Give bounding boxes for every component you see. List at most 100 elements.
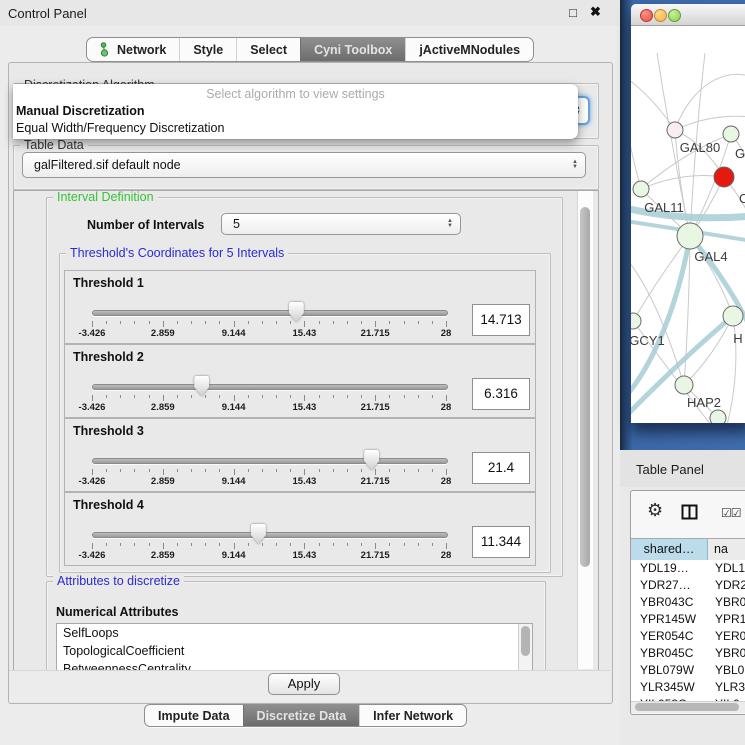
table-row[interactable]: YER054CYER0 (631, 628, 745, 645)
threshold-value-input[interactable]: 21.4 (472, 452, 530, 484)
tick-label: 2.859 (151, 328, 175, 339)
network-node[interactable] (714, 167, 734, 187)
network-node[interactable] (677, 223, 703, 249)
network-node[interactable] (631, 313, 641, 329)
network-view-window[interactable]: GAL80GACGAL11GAL4GCY1HHAP2 (631, 4, 745, 423)
threshold-value-input[interactable]: 11.344 (472, 526, 530, 558)
number-of-intervals-combobox[interactable]: 5 ▲▼ (221, 213, 461, 235)
slider-track[interactable] (92, 310, 448, 316)
table-row[interactable]: YLR345WYLR3 (631, 679, 745, 696)
network-node-label: GAL11 (644, 200, 684, 215)
close-icon[interactable]: ✖ (590, 4, 601, 20)
tab-style[interactable]: Style (179, 38, 236, 61)
slider-ticks (92, 543, 447, 550)
network-node[interactable] (710, 410, 726, 423)
tab-cyni-toolbox[interactable]: Cyni Toolbox (300, 38, 405, 61)
slider-track[interactable] (92, 458, 448, 464)
network-node[interactable] (723, 126, 739, 142)
columns-icon[interactable] (681, 504, 698, 520)
slider-thumb[interactable] (251, 524, 266, 544)
slider-thumb[interactable] (364, 450, 379, 470)
checkbox-icons[interactable]: ☑☑ (721, 506, 741, 520)
window-minimize-button[interactable] (654, 9, 667, 22)
screenshot-root: Control Panel □ ✖ Network Style Select C… (0, 0, 745, 745)
table-row[interactable]: YBL079WYBL0 (631, 662, 745, 679)
network-node[interactable] (633, 181, 649, 197)
number-of-intervals-label: Number of Intervals (87, 218, 204, 232)
network-icon (100, 42, 111, 57)
threshold-label: Threshold 1 (73, 276, 144, 290)
list-scrollbar[interactable] (518, 624, 532, 670)
table-row[interactable]: YDR27…YDR2 (631, 577, 745, 594)
threshold-panel: Threshold 3-3.4262.8599.14415.4321.71528… (64, 418, 536, 492)
numerical-attributes-heading: Numerical Attributes (56, 605, 178, 619)
tick-label: -3.426 (79, 550, 106, 561)
tick-label: 28 (441, 402, 452, 413)
tab-label: Discretize Data (257, 709, 347, 723)
numerical-attributes-list[interactable]: SelfLoopsTopologicalCoefficientBetweenne… (56, 623, 533, 671)
table-row[interactable]: YDL19…YDL1 (631, 560, 745, 577)
threshold-value-input[interactable]: 6.316 (472, 378, 530, 410)
column-header-shared-name[interactable]: shared… (631, 539, 708, 561)
tick-label: -3.426 (79, 328, 106, 339)
dropdown-placeholder: Select algorithm to view settings (13, 84, 578, 103)
cell-shared-name: YBR045C (631, 645, 708, 662)
float-window-icon[interactable]: □ (569, 5, 577, 20)
bottom-tabbar: Impute Data Discretize Data Infer Networ… (144, 704, 467, 727)
tick-label: 21.715 (361, 476, 390, 487)
network-node[interactable] (723, 306, 743, 326)
tick-label: 21.715 (361, 550, 390, 561)
tab-jactivemnodules[interactable]: jActiveMNodules (405, 38, 533, 61)
group-title: Table Data (20, 138, 88, 153)
slider-track[interactable] (92, 384, 448, 390)
group-title: Interval Definition (53, 190, 158, 205)
network-node-label: GAL80 (680, 140, 720, 155)
tab-network[interactable]: Network (87, 38, 179, 61)
slider-tick-labels: -3.4262.8599.14415.4321.71528 (92, 550, 447, 561)
threshold-label: Threshold 2 (73, 350, 144, 364)
node-table: ⚙ ☑☑ shared… na YDL19…YDL1YDR27…YDR2YBR0… (630, 490, 745, 715)
table-scrollbar-thumb[interactable] (635, 703, 739, 711)
slider-ticks (92, 395, 447, 402)
table-row[interactable]: YBR045CYBR0 (631, 645, 745, 662)
column-header-name[interactable]: na (708, 539, 745, 561)
cell-shared-name: YBL079W (631, 662, 708, 679)
slider-thumb[interactable] (194, 376, 209, 396)
slider-thumb[interactable] (289, 302, 304, 322)
tab-label: Cyni Toolbox (314, 43, 392, 57)
table-row[interactable]: YBR043CYBR0 (631, 594, 745, 611)
dropdown-option-equal-width[interactable]: Equal Width/Frequency Discretization (13, 120, 578, 137)
list-scrollbar-thumb[interactable] (521, 626, 530, 656)
group-title: Threshold's Coordinates for 5 Intervals (66, 246, 288, 261)
tick-label: 9.144 (222, 476, 246, 487)
threshold-value-input[interactable]: 14.713 (472, 304, 530, 336)
attribute-list-item[interactable]: SelfLoops (57, 624, 532, 642)
network-node[interactable] (667, 122, 683, 138)
tab-infer-network[interactable]: Infer Network (359, 705, 466, 726)
network-node-label: GA (735, 146, 745, 161)
attribute-list-item[interactable]: TopologicalCoefficient (57, 642, 532, 660)
tab-discretize-data[interactable]: Discretize Data (243, 705, 360, 726)
settings-scrollbar[interactable] (577, 191, 593, 669)
tab-label: jActiveMNodules (419, 43, 520, 57)
network-window-titlebar[interactable] (631, 4, 745, 26)
tick-label: 2.859 (151, 402, 175, 413)
network-canvas[interactable]: GAL80GACGAL11GAL4GCY1HHAP2 (631, 25, 745, 423)
network-node-label: GCY1 (631, 333, 665, 348)
gear-icon[interactable]: ⚙ (647, 500, 663, 521)
apply-button[interactable]: Apply (268, 673, 340, 695)
dropdown-option-manual[interactable]: Manual Discretization (13, 103, 578, 120)
tab-select[interactable]: Select (236, 38, 300, 61)
spinner-icon: ▲▼ (572, 160, 578, 170)
slider-track[interactable] (92, 532, 448, 538)
window-close-button[interactable] (640, 9, 653, 22)
settings-scrollbar-thumb[interactable] (580, 207, 590, 567)
tab-impute-data[interactable]: Impute Data (145, 705, 243, 726)
table-row[interactable]: YPR145WYPR1 (631, 611, 745, 628)
network-node[interactable] (675, 376, 693, 394)
window-zoom-button[interactable] (668, 9, 681, 22)
tab-label: Select (250, 43, 287, 57)
slider-tick-labels: -3.4262.8599.14415.4321.71528 (92, 328, 447, 339)
table-horizontal-scrollbar[interactable] (631, 701, 745, 713)
table-data-combobox[interactable]: galFiltered.sif default node ▲▼ (22, 152, 586, 178)
